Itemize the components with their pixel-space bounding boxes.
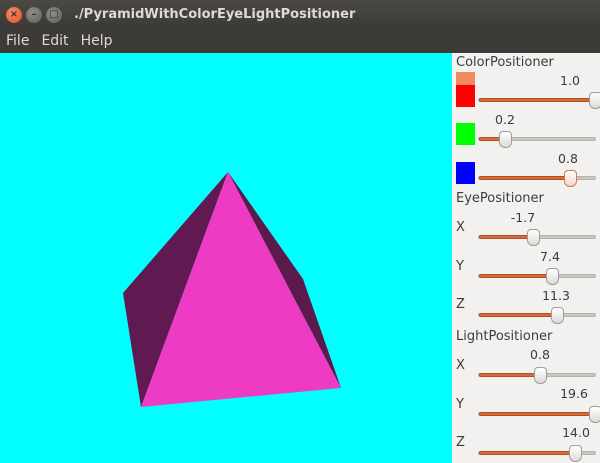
green-value: 0.2 bbox=[495, 112, 515, 127]
eye-x-slider-fill bbox=[479, 235, 533, 239]
eye-x-slider[interactable] bbox=[478, 229, 596, 246]
menu-help[interactable]: Help bbox=[81, 33, 113, 49]
menu-bar: File Edit Help bbox=[0, 30, 600, 52]
light-y-value: 19.6 bbox=[560, 386, 588, 401]
pyramid-render bbox=[123, 172, 341, 407]
light-y-slider-fill bbox=[479, 412, 595, 416]
eye-y-slider-fill bbox=[479, 274, 552, 278]
light-y-slider[interactable] bbox=[478, 406, 600, 423]
eye-z-label: Z bbox=[456, 297, 465, 312]
title-bar: × – □ ./PyramidWithColorEyeLightPosition… bbox=[0, 0, 600, 30]
light-x-slider-fill bbox=[479, 373, 540, 377]
light-z-slider[interactable] bbox=[478, 445, 596, 462]
light-x-value: 0.8 bbox=[530, 347, 550, 362]
window-title: ./PyramidWithColorEyeLightPositioner bbox=[74, 7, 356, 22]
color-positioner-label: ColorPositioner bbox=[456, 55, 554, 70]
light-z-slider-thumb[interactable] bbox=[569, 445, 582, 462]
menu-file[interactable]: File bbox=[6, 33, 29, 49]
gl-viewport[interactable] bbox=[0, 53, 452, 463]
eye-z-slider[interactable] bbox=[478, 307, 596, 324]
close-icon[interactable]: × bbox=[6, 7, 22, 23]
light-z-label: Z bbox=[456, 435, 465, 450]
eye-x-slider-thumb[interactable] bbox=[527, 229, 540, 246]
light-z-value: 14.0 bbox=[562, 425, 590, 440]
eye-z-value: 11.3 bbox=[542, 288, 570, 303]
blue-slider-thumb[interactable] bbox=[564, 170, 577, 187]
menu-edit[interactable]: Edit bbox=[41, 33, 68, 49]
eye-y-slider[interactable] bbox=[478, 268, 596, 285]
green-swatch bbox=[456, 123, 475, 145]
light-y-slider-thumb[interactable] bbox=[589, 406, 600, 423]
green-slider[interactable] bbox=[478, 131, 596, 148]
blue-slider-fill bbox=[479, 176, 570, 180]
blue-value: 0.8 bbox=[558, 151, 578, 166]
eye-x-label: X bbox=[456, 220, 465, 235]
eye-x-value: -1.7 bbox=[510, 210, 536, 225]
eye-y-label: Y bbox=[456, 259, 464, 274]
color-preview-swatch bbox=[456, 72, 475, 86]
blue-slider[interactable] bbox=[478, 170, 596, 187]
green-slider-thumb[interactable] bbox=[499, 131, 512, 148]
light-positioner-label: LightPositioner bbox=[456, 329, 553, 344]
red-slider[interactable] bbox=[478, 92, 600, 109]
light-y-label: Y bbox=[456, 397, 464, 412]
light-x-slider[interactable] bbox=[478, 367, 596, 384]
red-swatch bbox=[456, 85, 475, 107]
eye-z-slider-thumb[interactable] bbox=[551, 307, 564, 324]
eye-z-slider-fill bbox=[479, 313, 557, 317]
light-x-slider-thumb[interactable] bbox=[534, 367, 547, 384]
control-panel: ColorPositioner 1.0 0.2 0.8 EyePositione… bbox=[452, 53, 600, 463]
red-value: 1.0 bbox=[560, 73, 580, 88]
light-z-slider-fill bbox=[479, 451, 575, 455]
minimize-icon[interactable]: – bbox=[26, 7, 42, 23]
eye-y-value: 7.4 bbox=[540, 249, 560, 264]
red-slider-fill bbox=[479, 98, 595, 102]
eye-positioner-label: EyePositioner bbox=[456, 191, 544, 206]
light-x-label: X bbox=[456, 358, 465, 373]
red-slider-thumb[interactable] bbox=[589, 92, 600, 109]
blue-swatch bbox=[456, 162, 475, 184]
eye-y-slider-thumb[interactable] bbox=[546, 268, 559, 285]
maximize-icon[interactable]: □ bbox=[46, 7, 62, 23]
